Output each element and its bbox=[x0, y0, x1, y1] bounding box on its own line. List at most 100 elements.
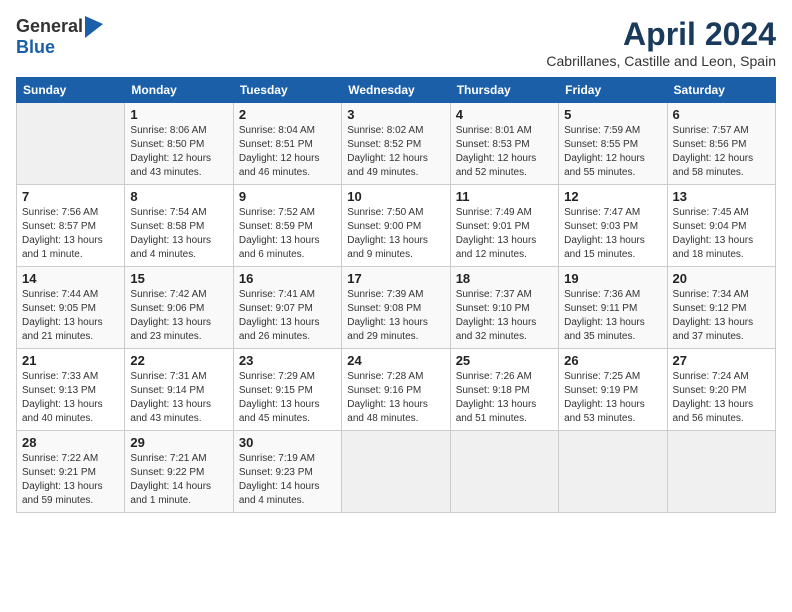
calendar-cell: 1Sunrise: 8:06 AM Sunset: 8:50 PM Daylig… bbox=[125, 103, 233, 185]
day-number: 12 bbox=[564, 189, 661, 204]
calendar-cell: 14 Sunrise: 7:44 AM Sunset: 9:05 PM Dayli… bbox=[17, 267, 125, 349]
day-info: Sunrise: 7:42 AM Sunset: 9:06 PM Dayligh… bbox=[130, 288, 227, 344]
day-info: Sunrise: 7:57 AM Sunset: 8:56 PM Dayligh… bbox=[673, 124, 770, 180]
day-info: Sunrise: 8:01 AM Sunset: 8:53 PM Dayligh… bbox=[456, 124, 553, 180]
day-number: 22 bbox=[130, 353, 227, 368]
day-info: Sunrise: 7:49 AM Sunset: 9:01 PM Dayligh… bbox=[456, 206, 553, 262]
logo-blue-text: Blue bbox=[16, 38, 103, 58]
day-info: Sunrise: 7:50 AM Sunset: 9:00 PM Dayligh… bbox=[347, 206, 444, 262]
calendar-cell bbox=[559, 431, 667, 513]
logo-icon bbox=[85, 16, 103, 38]
day-info: Sunrise: 8:04 AM Sunset: 8:51 PM Dayligh… bbox=[239, 124, 336, 180]
day-number: 25 bbox=[456, 353, 553, 368]
calendar-cell: 24 Sunrise: 7:28 AM Sunset: 9:16 PM Dayli… bbox=[342, 349, 450, 431]
day-info: Sunrise: 8:02 AM Sunset: 8:52 PM Dayligh… bbox=[347, 124, 444, 180]
day-number: 15 bbox=[130, 271, 227, 286]
day-number: 24 bbox=[347, 353, 444, 368]
day-info: Sunrise: 7:37 AM Sunset: 9:10 PM Dayligh… bbox=[456, 288, 553, 344]
calendar-cell: 30 Sunrise: 7:19 AM Sunset: 9:23 PM Dayli… bbox=[233, 431, 341, 513]
day-info: Sunrise: 7:25 AM Sunset: 9:19 PM Dayligh… bbox=[564, 370, 661, 426]
calendar-cell bbox=[450, 431, 558, 513]
calendar-cell: 17Sunrise: 7:39 AM Sunset: 9:08 PM Dayli… bbox=[342, 267, 450, 349]
calendar-cell: 4Sunrise: 8:01 AM Sunset: 8:53 PM Daylig… bbox=[450, 103, 558, 185]
calendar-cell: 5 Sunrise: 7:59 AM Sunset: 8:55 PM Daylig… bbox=[559, 103, 667, 185]
day-info: Sunrise: 7:28 AM Sunset: 9:16 PM Dayligh… bbox=[347, 370, 444, 426]
day-number: 19 bbox=[564, 271, 661, 286]
calendar-cell: 29 Sunrise: 7:21 AM Sunset: 9:22 PM Dayli… bbox=[125, 431, 233, 513]
day-number: 28 bbox=[22, 435, 119, 450]
day-number: 10 bbox=[347, 189, 444, 204]
day-number: 18 bbox=[456, 271, 553, 286]
day-number: 14 bbox=[22, 271, 119, 286]
day-number: 20 bbox=[673, 271, 770, 286]
day-number: 5 bbox=[564, 107, 661, 122]
day-info: Sunrise: 7:24 AM Sunset: 9:20 PM Dayligh… bbox=[673, 370, 770, 426]
calendar-cell: 12 Sunrise: 7:47 AM Sunset: 9:03 PM Dayli… bbox=[559, 185, 667, 267]
title-area: April 2024 Cabrillanes, Castille and Leo… bbox=[546, 16, 776, 69]
day-info: Sunrise: 7:52 AM Sunset: 8:59 PM Dayligh… bbox=[239, 206, 336, 262]
calendar-cell: 6Sunrise: 7:57 AM Sunset: 8:56 PM Daylig… bbox=[667, 103, 775, 185]
day-number: 30 bbox=[239, 435, 336, 450]
header-day-thursday: Thursday bbox=[450, 78, 558, 103]
calendar-cell bbox=[667, 431, 775, 513]
calendar-cell: 25 Sunrise: 7:26 AM Sunset: 9:18 PM Dayli… bbox=[450, 349, 558, 431]
calendar-cell: 20 Sunrise: 7:34 AM Sunset: 9:12 PM Dayli… bbox=[667, 267, 775, 349]
day-info: Sunrise: 7:21 AM Sunset: 9:22 PM Dayligh… bbox=[130, 452, 227, 508]
logo: General Blue bbox=[16, 16, 103, 58]
calendar-cell: 2Sunrise: 8:04 AM Sunset: 8:51 PM Daylig… bbox=[233, 103, 341, 185]
day-info: Sunrise: 7:56 AM Sunset: 8:57 PM Dayligh… bbox=[22, 206, 119, 262]
calendar-header: SundayMondayTuesdayWednesdayThursdayFrid… bbox=[17, 78, 776, 103]
day-info: Sunrise: 7:39 AM Sunset: 9:08 PM Dayligh… bbox=[347, 288, 444, 344]
day-number: 8 bbox=[130, 189, 227, 204]
day-info: Sunrise: 7:47 AM Sunset: 9:03 PM Dayligh… bbox=[564, 206, 661, 262]
calendar-cell: 23 Sunrise: 7:29 AM Sunset: 9:15 PM Dayli… bbox=[233, 349, 341, 431]
calendar-cell: 10 Sunrise: 7:50 AM Sunset: 9:00 PM Dayli… bbox=[342, 185, 450, 267]
day-info: Sunrise: 7:34 AM Sunset: 9:12 PM Dayligh… bbox=[673, 288, 770, 344]
day-info: Sunrise: 7:44 AM Sunset: 9:05 PM Dayligh… bbox=[22, 288, 119, 344]
header-day-friday: Friday bbox=[559, 78, 667, 103]
day-info: Sunrise: 7:59 AM Sunset: 8:55 PM Dayligh… bbox=[564, 124, 661, 180]
month-title: April 2024 bbox=[546, 16, 776, 53]
calendar-cell: 19 Sunrise: 7:36 AM Sunset: 9:11 PM Dayli… bbox=[559, 267, 667, 349]
calendar-week-5: 28 Sunrise: 7:22 AM Sunset: 9:21 PM Dayli… bbox=[17, 431, 776, 513]
day-number: 26 bbox=[564, 353, 661, 368]
calendar-cell: 7 Sunrise: 7:56 AM Sunset: 8:57 PM Daylig… bbox=[17, 185, 125, 267]
calendar-cell bbox=[17, 103, 125, 185]
header-day-tuesday: Tuesday bbox=[233, 78, 341, 103]
calendar-cell: 13Sunrise: 7:45 AM Sunset: 9:04 PM Dayli… bbox=[667, 185, 775, 267]
calendar-cell: 28 Sunrise: 7:22 AM Sunset: 9:21 PM Dayli… bbox=[17, 431, 125, 513]
day-info: Sunrise: 7:54 AM Sunset: 8:58 PM Dayligh… bbox=[130, 206, 227, 262]
header-day-monday: Monday bbox=[125, 78, 233, 103]
calendar-week-1: 1Sunrise: 8:06 AM Sunset: 8:50 PM Daylig… bbox=[17, 103, 776, 185]
calendar-cell: 16 Sunrise: 7:41 AM Sunset: 9:07 PM Dayli… bbox=[233, 267, 341, 349]
day-info: Sunrise: 7:33 AM Sunset: 9:13 PM Dayligh… bbox=[22, 370, 119, 426]
header-day-wednesday: Wednesday bbox=[342, 78, 450, 103]
header-day-saturday: Saturday bbox=[667, 78, 775, 103]
day-info: Sunrise: 7:29 AM Sunset: 9:15 PM Dayligh… bbox=[239, 370, 336, 426]
calendar-cell: 27 Sunrise: 7:24 AM Sunset: 9:20 PM Dayli… bbox=[667, 349, 775, 431]
logo-general-text: General bbox=[16, 17, 83, 37]
day-number: 27 bbox=[673, 353, 770, 368]
location-title: Cabrillanes, Castille and Leon, Spain bbox=[546, 53, 776, 69]
calendar-cell: 26 Sunrise: 7:25 AM Sunset: 9:19 PM Dayli… bbox=[559, 349, 667, 431]
calendar-cell: 22 Sunrise: 7:31 AM Sunset: 9:14 PM Dayli… bbox=[125, 349, 233, 431]
day-info: Sunrise: 7:41 AM Sunset: 9:07 PM Dayligh… bbox=[239, 288, 336, 344]
day-number: 7 bbox=[22, 189, 119, 204]
day-number: 9 bbox=[239, 189, 336, 204]
header-row: SundayMondayTuesdayWednesdayThursdayFrid… bbox=[17, 78, 776, 103]
day-number: 23 bbox=[239, 353, 336, 368]
day-info: Sunrise: 7:22 AM Sunset: 9:21 PM Dayligh… bbox=[22, 452, 119, 508]
day-number: 21 bbox=[22, 353, 119, 368]
calendar-cell: 3Sunrise: 8:02 AM Sunset: 8:52 PM Daylig… bbox=[342, 103, 450, 185]
calendar-cell: 18 Sunrise: 7:37 AM Sunset: 9:10 PM Dayli… bbox=[450, 267, 558, 349]
header-day-sunday: Sunday bbox=[17, 78, 125, 103]
day-info: Sunrise: 8:06 AM Sunset: 8:50 PM Dayligh… bbox=[130, 124, 227, 180]
day-info: Sunrise: 7:36 AM Sunset: 9:11 PM Dayligh… bbox=[564, 288, 661, 344]
calendar-cell: 9 Sunrise: 7:52 AM Sunset: 8:59 PM Daylig… bbox=[233, 185, 341, 267]
day-number: 16 bbox=[239, 271, 336, 286]
day-number: 29 bbox=[130, 435, 227, 450]
day-info: Sunrise: 7:26 AM Sunset: 9:18 PM Dayligh… bbox=[456, 370, 553, 426]
day-info: Sunrise: 7:31 AM Sunset: 9:14 PM Dayligh… bbox=[130, 370, 227, 426]
day-info: Sunrise: 7:19 AM Sunset: 9:23 PM Dayligh… bbox=[239, 452, 336, 508]
day-number: 13 bbox=[673, 189, 770, 204]
